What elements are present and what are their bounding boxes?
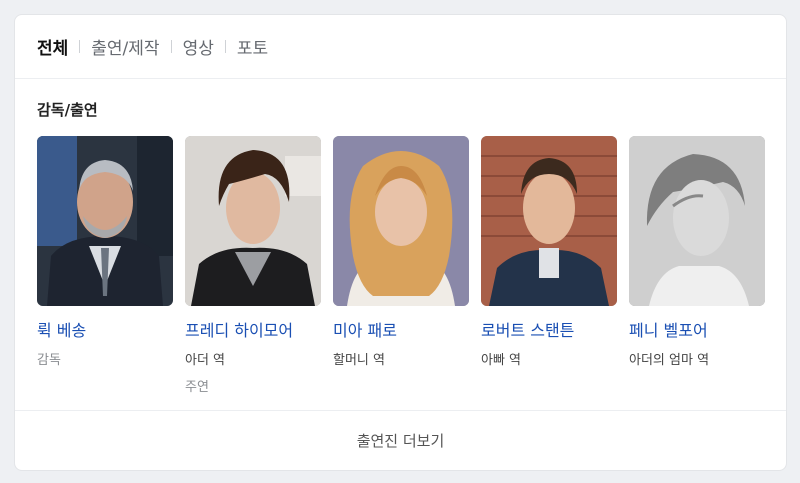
- section-title: 감독/출연: [37, 101, 98, 119]
- person-photo[interactable]: [37, 136, 173, 306]
- tab-video[interactable]: 영상: [183, 34, 214, 59]
- more-cast-button[interactable]: 출연진 더보기: [15, 410, 786, 470]
- person-card: 로버트 스탠튼 아빠 역: [481, 136, 617, 368]
- person-photo[interactable]: [185, 136, 321, 306]
- person-role: 아빠 역: [481, 353, 522, 368]
- tab-bar: 전체 출연/제작 영상 포토: [15, 15, 786, 79]
- person-role: 감독: [37, 353, 61, 368]
- cast-card: 전체 출연/제작 영상 포토 감독/출연 뤽 베송 감독 프레디 하이모어 아더…: [14, 14, 787, 471]
- person-role: 아더 역: [185, 353, 226, 368]
- people-list: 뤽 베송 감독 프레디 하이모어 아더 역 주연 미아 패로 할머니 역 로버트…: [37, 136, 765, 395]
- person-card: 뤽 베송 감독: [37, 136, 173, 368]
- person-name[interactable]: 프레디 하이모어: [185, 317, 321, 341]
- person-billing: 주연: [185, 380, 209, 395]
- person-role: 할머니 역: [333, 353, 385, 368]
- person-name[interactable]: 뤽 베송: [37, 317, 173, 341]
- person-name[interactable]: 미아 패로: [333, 317, 469, 341]
- person-photo[interactable]: [481, 136, 617, 306]
- person-card: 페니 벨포어 아더의 엄마 역: [629, 136, 765, 368]
- person-card: 프레디 하이모어 아더 역 주연: [185, 136, 321, 395]
- tab-divider: [79, 40, 81, 53]
- tab-photo[interactable]: 포토: [237, 34, 268, 59]
- tab-all[interactable]: 전체: [37, 34, 68, 59]
- tab-divider: [170, 40, 172, 53]
- person-name[interactable]: 로버트 스탠튼: [481, 317, 617, 341]
- tab-cast-production[interactable]: 출연/제작: [91, 34, 159, 59]
- person-role: 아더의 엄마 역: [629, 353, 710, 368]
- tab-divider: [224, 40, 226, 53]
- person-photo[interactable]: [333, 136, 469, 306]
- person-card: 미아 패로 할머니 역: [333, 136, 469, 368]
- person-photo[interactable]: [629, 136, 765, 306]
- person-name[interactable]: 페니 벨포어: [629, 317, 765, 341]
